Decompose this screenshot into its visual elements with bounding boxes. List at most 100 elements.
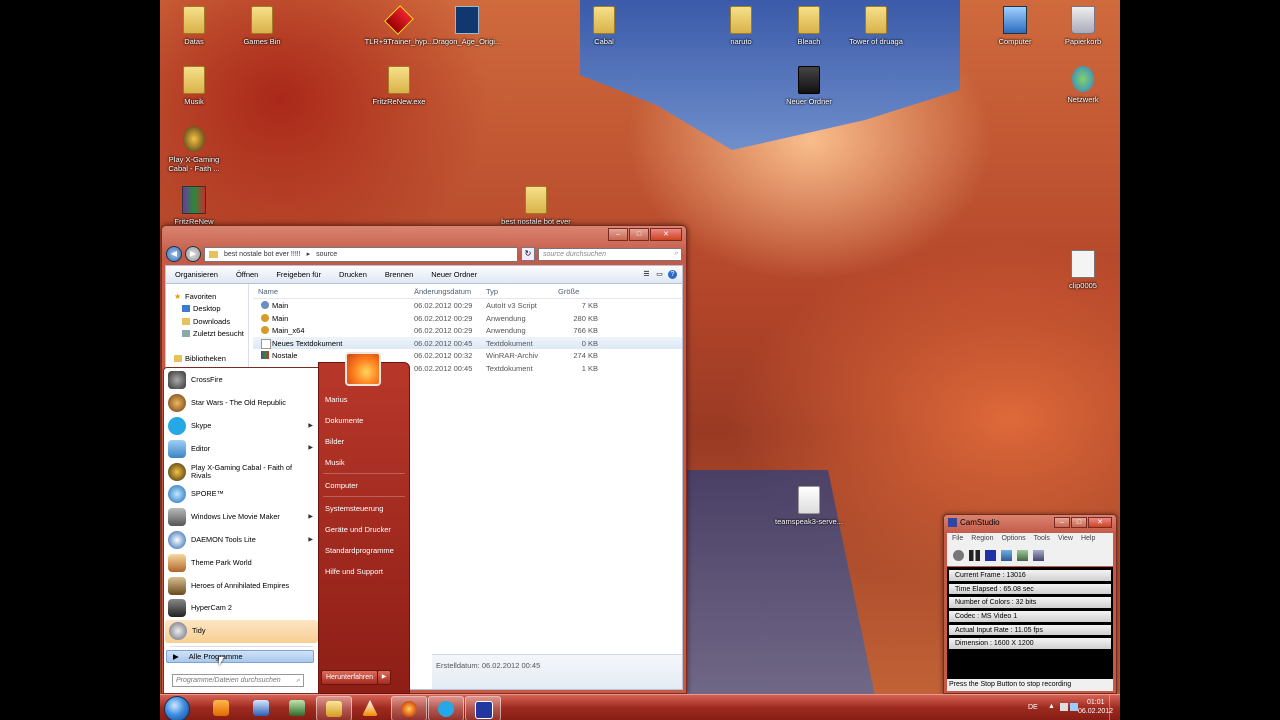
- share-button[interactable]: Freigeben für: [267, 270, 330, 279]
- desktop-icon-fritzrenew-exe[interactable]: FritzReNew.exe: [363, 66, 435, 106]
- taskbar-firefox[interactable]: [391, 696, 427, 720]
- maximize-button[interactable]: □: [629, 228, 649, 241]
- organize-button[interactable]: Organisieren: [166, 270, 227, 279]
- taskbar-skype[interactable]: [428, 696, 464, 720]
- desktop-icon-bleach[interactable]: Bleach: [773, 6, 845, 46]
- link-documents[interactable]: Dokumente: [325, 416, 363, 425]
- new-folder-button[interactable]: Neuer Ordner: [422, 270, 486, 279]
- program-crossfire[interactable]: CrossFire: [164, 369, 319, 392]
- volume-icon[interactable]: [1070, 703, 1078, 711]
- nav-recent[interactable]: Zuletzt besucht: [166, 328, 248, 341]
- menu-view[interactable]: View: [1058, 535, 1073, 542]
- column-date[interactable]: Änderungsdatum: [414, 287, 471, 296]
- maximize-button[interactable]: □: [1071, 517, 1087, 528]
- pause-icon[interactable]: [969, 549, 980, 561]
- minimize-button[interactable]: –: [608, 228, 628, 241]
- desktop-icon-best-nostale-bot[interactable]: best nostale bot ever: [500, 186, 572, 226]
- desktop-icon-neuer-ordner[interactable]: Neuer Ordner: [773, 66, 845, 106]
- desktop-icon-clip0005[interactable]: clip0005: [1047, 250, 1119, 290]
- program-editor[interactable]: Editor ▶: [164, 437, 319, 460]
- start-button[interactable]: [164, 696, 190, 720]
- back-button[interactable]: ◀: [166, 246, 182, 262]
- link-computer[interactable]: Computer: [325, 481, 358, 490]
- settings-icon[interactable]: [1033, 549, 1044, 561]
- file-row[interactable]: Main 06.02.2012 00:29 Anwendung 280 KB: [253, 312, 682, 325]
- close-button[interactable]: ✕: [650, 228, 682, 241]
- desktop-icon-play-xgaming-cabal[interactable]: Play X-Gaming Cabal - Faith ...: [158, 126, 230, 173]
- language-indicator[interactable]: DE: [1028, 704, 1038, 711]
- record-icon[interactable]: [953, 549, 964, 561]
- program-tidy[interactable]: Tidy: [165, 619, 318, 643]
- desktop-icon-cabal[interactable]: Cabal: [568, 6, 640, 46]
- desktop-icon-computer[interactable]: Computer: [979, 6, 1051, 46]
- desktop-icon-teamspeak3[interactable]: teamspeak3-serve...: [773, 486, 845, 526]
- all-programs-button[interactable]: ▶ Alle Programme: [166, 650, 314, 663]
- print-button[interactable]: Drucken: [330, 270, 376, 279]
- desktop-icon-datas[interactable]: Datas: [158, 6, 230, 46]
- desktop-icon-dragon-age[interactable]: Dragon_Age_Origi...: [431, 6, 503, 46]
- link-default-programs[interactable]: Standardprogramme: [325, 546, 394, 555]
- open-button[interactable]: Öffnen: [227, 270, 267, 279]
- program-theme-park-world[interactable]: Theme Park World: [164, 551, 319, 574]
- search-input[interactable]: source durchsuchen ⌕: [538, 247, 682, 261]
- clock-time[interactable]: 01:01: [1087, 699, 1105, 706]
- burn-button[interactable]: Brennen: [376, 270, 422, 279]
- nav-favorites[interactable]: ★ Favoriten: [166, 290, 248, 303]
- region-icon[interactable]: [1001, 549, 1012, 561]
- column-size[interactable]: Größe: [558, 287, 579, 296]
- program-daemon-tools[interactable]: DAEMON Tools Lite ▶: [164, 529, 319, 552]
- address-bar[interactable]: best nostale bot ever !!!!! ▸ source: [204, 246, 518, 262]
- file-row[interactable]: Main_x64 06.02.2012 00:29 Anwendung 766 KB: [253, 324, 682, 337]
- program-star-wars[interactable]: Star Wars - The Old Republic: [164, 392, 319, 415]
- file-row[interactable]: Main 06.02.2012 00:29 AutoIt v3 Script 7 KB: [253, 299, 682, 312]
- program-spore[interactable]: SPORE™: [164, 483, 319, 506]
- annotation-icon[interactable]: [1017, 549, 1028, 561]
- desktop-icon-naruto[interactable]: naruto: [705, 6, 777, 46]
- close-button[interactable]: ✕: [1088, 517, 1112, 528]
- program-play-xgaming-cabal[interactable]: Play X-Gaming Cabal - Faith of Rivals: [164, 460, 319, 483]
- desktop-icon-netzwerk[interactable]: Netzwerk: [1047, 66, 1119, 104]
- taskbar-network[interactable]: [244, 696, 278, 719]
- shutdown-button[interactable]: Herunterfahren: [321, 670, 378, 685]
- menu-file[interactable]: File: [952, 535, 963, 542]
- start-search-input[interactable]: Programme/Dateien durchsuchen ⌕: [172, 674, 304, 687]
- column-name[interactable]: Name: [258, 287, 278, 296]
- taskbar-camstudio[interactable]: [465, 696, 501, 720]
- link-music[interactable]: Musik: [325, 458, 345, 467]
- desktop-icon-trainer[interactable]: TLR+9Trainer_hyp...: [363, 5, 435, 46]
- desktop-icon-fritzrenew[interactable]: FritzReNew: [158, 186, 230, 226]
- desktop-icon-games-bin[interactable]: Games Bin: [226, 6, 298, 46]
- refresh-icon[interactable]: ↻: [521, 247, 535, 261]
- camstudio-window[interactable]: CamStudio – □ ✕ File Region Options Tool…: [943, 514, 1117, 694]
- link-devices-printers[interactable]: Geräte und Drucker: [325, 525, 391, 534]
- breadcrumb-part[interactable]: source: [316, 251, 337, 258]
- stop-icon[interactable]: [985, 549, 996, 561]
- nav-desktop[interactable]: Desktop: [166, 303, 248, 316]
- program-hypercam[interactable]: HyperCam 2: [164, 597, 319, 620]
- link-pictures[interactable]: Bilder: [325, 437, 344, 446]
- forward-button[interactable]: ▶: [185, 246, 201, 262]
- preview-pane-icon[interactable]: ▭: [655, 270, 664, 279]
- taskbar-explorer[interactable]: [316, 696, 352, 720]
- link-control-panel[interactable]: Systemsteuerung: [325, 504, 383, 513]
- clock-date[interactable]: 06.02.2012: [1078, 708, 1113, 715]
- menu-options[interactable]: Options: [1001, 535, 1025, 542]
- menu-tools[interactable]: Tools: [1034, 535, 1050, 542]
- program-movie-maker[interactable]: Windows Live Movie Maker ▶: [164, 506, 319, 529]
- program-skype[interactable]: Skype ▶: [164, 415, 319, 438]
- taskbar-vlc[interactable]: [353, 696, 387, 719]
- column-type[interactable]: Typ: [486, 287, 498, 296]
- shutdown-options-icon[interactable]: ▶: [377, 670, 391, 685]
- desktop-icon-musik[interactable]: Musik: [158, 66, 230, 106]
- show-desktop-button[interactable]: [1109, 695, 1120, 720]
- file-row-selected[interactable]: Neues Textdokument 06.02.2012 00:45 Textdo…: [253, 336, 682, 349]
- taskbar-media-player[interactable]: [204, 696, 238, 719]
- menu-help[interactable]: Help: [1081, 535, 1095, 542]
- help-icon[interactable]: ?: [668, 270, 677, 279]
- flag-icon[interactable]: [1060, 703, 1068, 711]
- minimize-button[interactable]: –: [1054, 517, 1070, 528]
- breadcrumb-part[interactable]: best nostale bot ever !!!!!: [224, 251, 301, 258]
- program-heroes-annihilated-empires[interactable]: Heroes of Annihilated Empires: [164, 574, 319, 597]
- desktop-icon-tower-of-druaga[interactable]: Tower of druaga: [840, 6, 912, 46]
- desktop-icon-recycle-bin[interactable]: Papierkorb: [1047, 6, 1119, 46]
